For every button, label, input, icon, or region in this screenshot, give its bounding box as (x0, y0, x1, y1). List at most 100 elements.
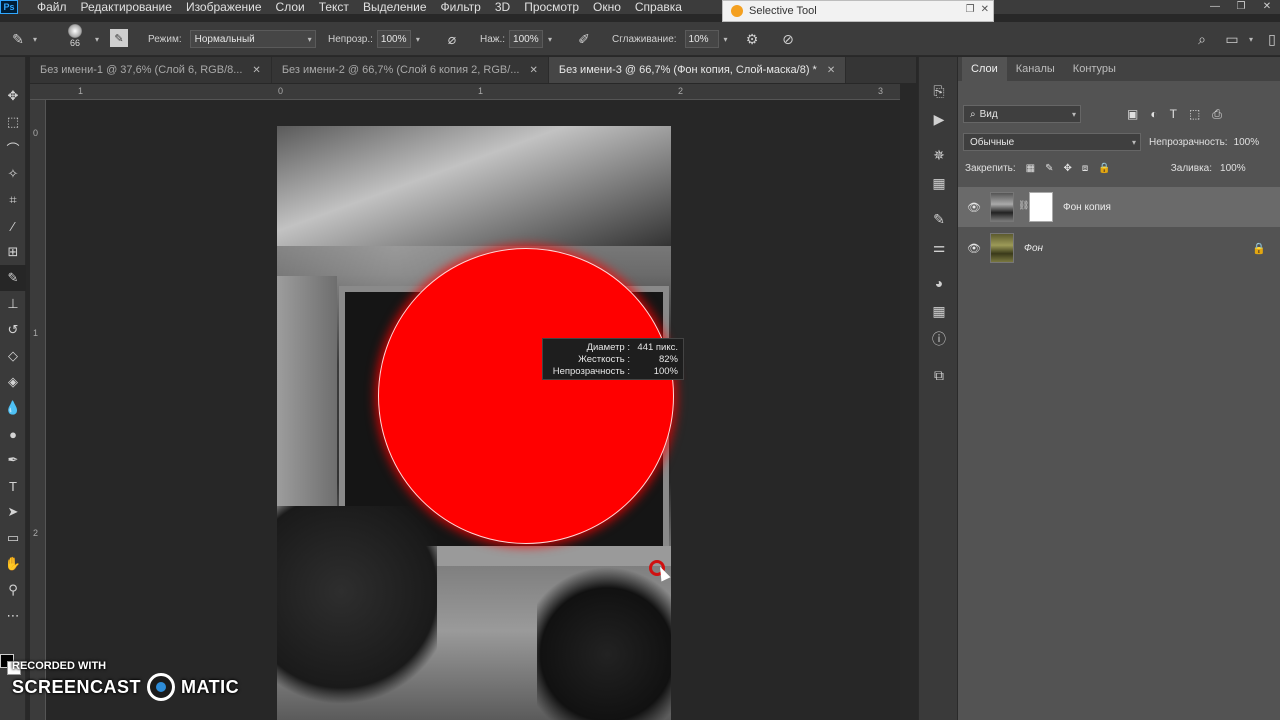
more-tools-icon[interactable]: ⋯ (0, 603, 26, 629)
smart-object-filter-icon[interactable]: ⎙ (1212, 107, 1222, 122)
layer-row-background[interactable]: 👁 Фон 🔒 (958, 228, 1280, 268)
adjustment-filter-icon[interactable]: ◐ (1150, 107, 1157, 121)
ruler-tick: 2 (678, 86, 684, 96)
color-palette-icon[interactable]: ◕ (919, 269, 959, 297)
menu-help[interactable]: Справка (628, 0, 689, 14)
maximize-icon[interactable]: ❐ (1228, 0, 1254, 14)
eyedropper-tool-icon[interactable]: ⁄ (0, 213, 26, 239)
menu-type[interactable]: Текст (312, 0, 356, 14)
healing-tool-icon[interactable]: ⊞ (0, 239, 26, 265)
smoothing-input[interactable]: 10% (684, 30, 719, 48)
paint-bucket-tool-icon[interactable]: ◈ (0, 369, 26, 395)
eye-icon[interactable]: 👁 (958, 242, 990, 255)
tab-untitled-1[interactable]: Без имени-1 @ 37,6% (Слой 6, RGB/8... ✕ (30, 57, 272, 83)
3d-icon[interactable]: ⧉ (919, 361, 959, 389)
layer-filter-select[interactable]: ⌕ Вид ▾ (963, 105, 1081, 123)
lock-transparent-icon[interactable]: ▦ (1026, 163, 1035, 174)
move-tool-icon[interactable]: ✥ (0, 83, 26, 109)
lock-artboard-icon[interactable]: ⧈ (1082, 163, 1088, 174)
actions-play-icon[interactable]: ▶ (919, 105, 959, 133)
brush-panel-toggle-icon[interactable]: ✎ (110, 29, 128, 47)
canvas-area[interactable]: Диаметр : 441 пикс. Жесткость : 82% Непр… (46, 100, 900, 720)
workspace-icon[interactable]: ▭ (1222, 29, 1242, 49)
fill-input[interactable]: 100% (1220, 163, 1246, 174)
chevron-down-icon[interactable]: ▾ (1244, 30, 1258, 48)
layer-opacity-input[interactable]: 100% (1234, 137, 1260, 148)
navigator-icon[interactable]: ✵ (919, 141, 959, 169)
close-icon[interactable]: ✕ (529, 65, 537, 76)
blend-mode-select[interactable]: Обычные ▾ (963, 133, 1141, 151)
quick-select-tool-icon[interactable]: ✧ (0, 161, 26, 187)
menu-3d[interactable]: 3D (488, 0, 517, 14)
brush-tool-preset[interactable]: ✎ ▾ (8, 29, 42, 49)
pixel-filter-icon[interactable]: ▣ (1127, 107, 1138, 121)
minimize-icon[interactable]: — (1202, 0, 1228, 14)
layer-mask-thumbnail[interactable] (1029, 192, 1053, 222)
eraser-tool-icon[interactable]: ◇ (0, 343, 26, 369)
type-tool-icon[interactable]: T (0, 473, 26, 499)
close-icon[interactable]: ✕ (252, 65, 260, 76)
brush-size-picker[interactable]: 66 (58, 24, 92, 48)
rectangle-tool-icon[interactable]: ▭ (0, 525, 26, 551)
adjustments-icon[interactable]: ⚌ (919, 233, 959, 261)
tools-panel: ✥ ⬚ ⌒ ✧ ⌗ ⁄ ⊞ ✎ ⊥ ↺ ◇ ◈ 💧 ● ✒ T ➤ ▭ ✋ ⚲ … (0, 57, 26, 720)
tab-layers[interactable]: Слои (962, 57, 1007, 81)
lock-all-icon[interactable]: 🔒 (1098, 163, 1110, 174)
menu-file[interactable]: Файл (30, 0, 74, 14)
lasso-tool-icon[interactable]: ⌒ (0, 135, 26, 161)
gear-icon[interactable]: ⚙ (742, 29, 762, 49)
search-icon[interactable]: ⌕ (1192, 29, 1212, 49)
airbrush-icon[interactable]: ✐ (574, 29, 594, 49)
menu-select[interactable]: Выделение (356, 0, 434, 14)
menu-layers[interactable]: Слои (269, 0, 312, 14)
mode-select[interactable]: Нормальный ▾ (189, 30, 316, 48)
close-icon[interactable]: ✕ (827, 65, 835, 76)
stamp-tool-icon[interactable]: ⊥ (0, 291, 26, 317)
share-icon[interactable]: ▯ (1262, 29, 1280, 49)
pressure-size-icon[interactable]: ⊘ (778, 29, 798, 49)
chevron-down-icon[interactable]: ▾ (411, 30, 425, 48)
menu-edit[interactable]: Редактирование (74, 0, 179, 14)
lock-pixels-icon[interactable]: ✎ (1045, 163, 1053, 174)
menu-window[interactable]: Окно (586, 0, 628, 14)
blur-tool-icon[interactable]: 💧 (0, 395, 26, 421)
layer-filter-value: Вид (979, 108, 998, 120)
menu-view[interactable]: Просмотр (517, 0, 586, 14)
restore-icon[interactable]: ❐ (966, 4, 975, 15)
zoom-tool-icon[interactable]: ⚲ (0, 577, 26, 603)
chevron-down-icon[interactable]: ▾ (543, 30, 557, 48)
menu-filter[interactable]: Фильтр (434, 0, 488, 14)
histogram-icon[interactable]: ▦ (919, 169, 959, 197)
selective-tool-window[interactable]: Selective Tool ❐ ✕ (722, 0, 994, 22)
close-icon[interactable]: ✕ (1254, 0, 1280, 14)
history-brush-tool-icon[interactable]: ↺ (0, 317, 26, 343)
brush-tool-icon[interactable]: ✎ (0, 265, 26, 291)
shape-filter-icon[interactable]: ⬚ (1189, 107, 1200, 121)
tab-untitled-3[interactable]: Без имени-3 @ 66,7% (Фон копия, Слой-мас… (548, 57, 847, 83)
tab-channels[interactable]: Каналы (1007, 57, 1064, 81)
opacity-input[interactable]: 100% (376, 30, 411, 48)
eye-icon[interactable]: 👁 (958, 201, 990, 214)
info-icon[interactable]: ⓘ (919, 325, 959, 353)
layer-row-background-copy[interactable]: 👁 ⛓ Фон копия (958, 187, 1280, 227)
history-icon[interactable]: ⎘ (919, 77, 959, 105)
hand-tool-icon[interactable]: ✋ (0, 551, 26, 577)
dodge-tool-icon[interactable]: ● (0, 421, 26, 447)
brushes-icon[interactable]: ✎ (919, 205, 959, 233)
pressure-input[interactable]: 100% (509, 30, 544, 48)
pen-tool-icon[interactable]: ✒ (0, 447, 26, 473)
lock-position-icon[interactable]: ✥ (1064, 163, 1072, 174)
path-select-tool-icon[interactable]: ➤ (0, 499, 26, 525)
chevron-down-icon[interactable]: ▾ (90, 30, 104, 48)
pressure-opacity-icon[interactable]: ⌀ (442, 29, 462, 49)
chevron-down-icon[interactable]: ▾ (719, 30, 733, 48)
type-filter-icon[interactable]: T (1170, 107, 1177, 121)
menu-image[interactable]: Изображение (179, 0, 269, 14)
tab-paths[interactable]: Контуры (1064, 57, 1125, 81)
marquee-tool-icon[interactable]: ⬚ (0, 109, 26, 135)
link-icon[interactable]: ⛓ (1018, 200, 1029, 214)
close-icon[interactable]: ✕ (981, 4, 989, 15)
tab-untitled-2[interactable]: Без имени-2 @ 66,7% (Слой 6 копия 2, RGB… (271, 57, 549, 83)
swatches-grid-icon[interactable]: ▦ (919, 297, 959, 325)
crop-tool-icon[interactable]: ⌗ (0, 187, 26, 213)
